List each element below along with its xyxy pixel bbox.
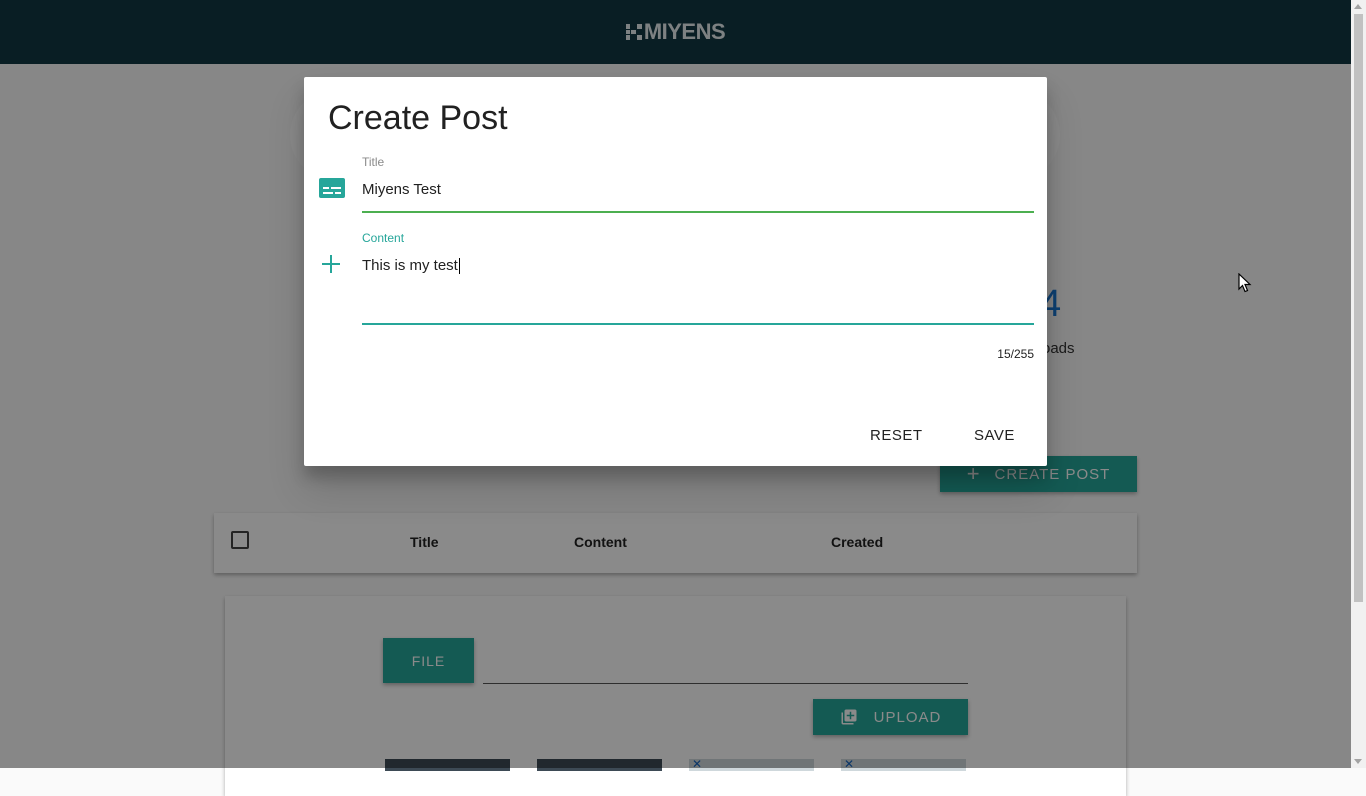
- content-textarea[interactable]: This is my test: [362, 257, 460, 275]
- plus-icon: [321, 254, 341, 274]
- subtitles-icon: [319, 178, 345, 198]
- scrollbar-thumb[interactable]: [1354, 14, 1363, 602]
- mouse-cursor-icon: [1238, 273, 1252, 293]
- reset-button[interactable]: RESET: [870, 427, 923, 444]
- page-scrollbar[interactable]: [1351, 0, 1366, 768]
- scroll-up-icon[interactable]: [1354, 4, 1362, 9]
- text-caret: [458, 258, 460, 275]
- content-text: This is my test: [362, 257, 458, 274]
- title-field-label: Title: [362, 155, 385, 169]
- content-field-label: Content: [362, 231, 405, 245]
- character-counter: 15/255: [997, 347, 1034, 361]
- save-button[interactable]: SAVE: [974, 427, 1015, 444]
- title-input-underline: [362, 211, 1034, 213]
- create-post-dialog: Create Post Title Miyens Test Content Th…: [304, 77, 1047, 466]
- title-input[interactable]: Miyens Test: [362, 181, 441, 198]
- dialog-title: Create Post: [328, 99, 508, 137]
- content-textarea-underline: [362, 323, 1034, 325]
- scroll-down-icon[interactable]: [1354, 759, 1362, 764]
